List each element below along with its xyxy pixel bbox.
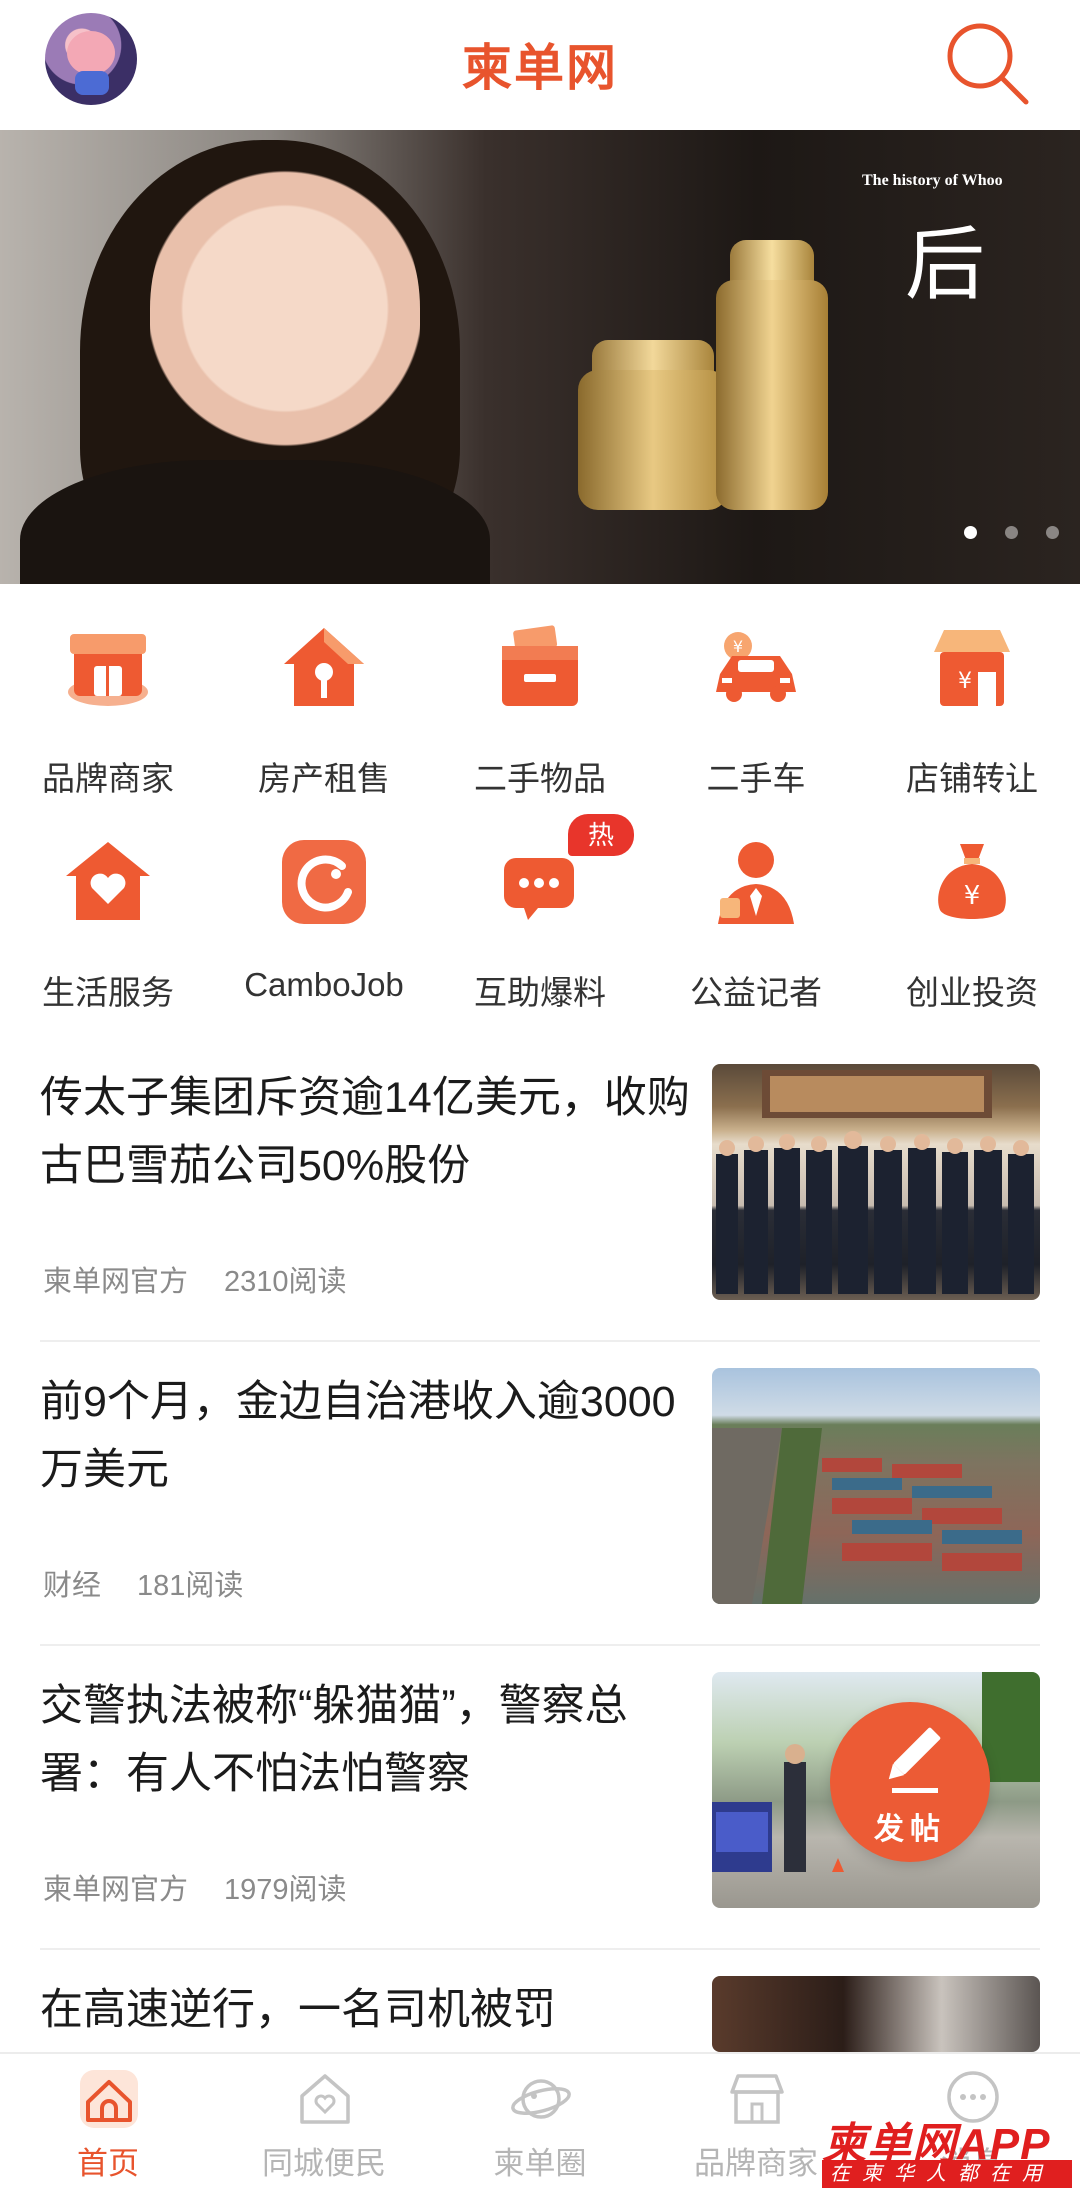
post-fab-button[interactable]: 发帖 [830, 1702, 990, 1862]
news-title: 传太子集团斥资逾14亿美元，收购古巴雪茄公司50%股份 [40, 1074, 690, 1190]
news-source: 柬单网官方 [43, 1266, 189, 1298]
app-header: 柬单网 [0, 0, 1080, 130]
news-thumbnail [712, 1976, 1040, 2052]
news-title: 在高速逆行，一名司机被罚 [40, 1986, 556, 2034]
news-item[interactable]: 前9个月，金边自治港收入逾3000万美元 财经 181阅读 [40, 1368, 1040, 1608]
news-item[interactable]: 传太子集团斥资逾14亿美元，收购古巴雪茄公司50%股份 柬单网官方 2310阅读 [40, 1064, 1040, 1304]
category-label: 二手物品 [474, 760, 606, 797]
news-source: 柬单网官方 [43, 1874, 189, 1906]
news-read-count: 1979阅读 [224, 1874, 347, 1906]
fab-label: 发帖 [874, 1813, 946, 1846]
highway-photo [712, 1976, 1040, 2052]
port-aerial-photo [712, 1428, 1022, 1604]
app-watermark: 柬单网APP 在柬华人都在用 [822, 2108, 1074, 2192]
shop-outline-icon [730, 2074, 784, 2124]
news-title: 前9个月，金边自治港收入逾3000万美元 [40, 1378, 676, 1494]
search-button[interactable] [938, 12, 1038, 112]
svg-text:¥: ¥ [958, 669, 972, 694]
carousel-dot[interactable] [1005, 526, 1018, 539]
category-public-reporter[interactable]: 公益记者 [648, 824, 864, 1024]
banner-model-face [150, 160, 420, 490]
tab-local-services[interactable]: 同城便民 [216, 2054, 432, 2196]
category-label: 房产租售 [258, 760, 390, 797]
storefront-icon [68, 634, 148, 706]
promo-banner[interactable]: The history of Whoo 后 [0, 130, 1080, 584]
news-read-count: 181阅读 [137, 1570, 244, 1602]
home-heart-outline-icon [300, 2074, 350, 2124]
category-label: 公益记者 [690, 974, 822, 1011]
banner-model-dress [20, 460, 490, 584]
car-icon: ¥ [716, 632, 796, 702]
app-title: 柬单网 [462, 40, 618, 96]
box-icon [502, 625, 578, 706]
category-used-cars[interactable]: ¥ 二手车 [648, 610, 864, 810]
category-startup-investment[interactable]: ¥ 创业投资 [864, 824, 1080, 1024]
banner-brand-text: The history of Whoo [862, 172, 1003, 189]
news-thumbnail [712, 1368, 1040, 1604]
category-label: 生活服务 [42, 974, 174, 1011]
category-mutual-aid-tips[interactable]: 热 互助爆料 [432, 814, 648, 1024]
tab-label: 同城便民 [262, 2146, 386, 2181]
reporter-icon [718, 842, 794, 924]
pencil-icon [888, 1727, 941, 1793]
carousel-dot[interactable] [964, 526, 977, 539]
svg-text:¥: ¥ [964, 881, 981, 911]
watermark-slogan: 在柬华人都在用 [822, 2160, 1072, 2188]
category-label: 创业投资 [906, 974, 1038, 1011]
search-icon [947, 23, 1029, 105]
banner-jar [578, 370, 728, 510]
news-meta: 财经 181阅读 [43, 1562, 279, 1604]
home-heart-icon [66, 842, 150, 920]
carousel-dot[interactable] [1046, 526, 1059, 539]
tab-label: 柬单圈 [493, 2146, 587, 2181]
svg-text:¥: ¥ [733, 637, 743, 656]
money-bag-icon: ¥ [938, 844, 1006, 919]
category-brand-merchants[interactable]: 品牌商家 [0, 610, 216, 810]
category-label: 店铺转让 [906, 760, 1038, 797]
category-real-estate[interactable]: 房产租售 [216, 610, 432, 810]
news-item[interactable]: 在高速逆行，一名司机被罚 [40, 1976, 1040, 2052]
category-life-services[interactable]: 生活服务 [0, 824, 216, 1024]
category-label: 二手车 [706, 760, 806, 797]
news-meta: 柬单网官方 1979阅读 [43, 1866, 383, 1908]
category-label: 品牌商家 [42, 760, 174, 797]
planet-icon [511, 2079, 571, 2119]
banner-brand-logo: 后 [905, 222, 985, 310]
news-thumbnail [712, 1064, 1040, 1300]
cambojob-icon [282, 840, 366, 924]
banner-bottle [716, 280, 828, 510]
category-grid: 品牌商家 房产租售 二手物品 ¥ 二手车 ¥ 店铺转让 生活服务 CamboJo… [0, 610, 1080, 1030]
group-photo-figures [716, 1070, 1034, 1294]
news-divider [40, 1644, 1040, 1646]
category-shop-transfer[interactable]: ¥ 店铺转让 [864, 610, 1080, 810]
tab-label: 首页 [77, 2146, 139, 2181]
news-divider [40, 1948, 1040, 1950]
hot-badge: 热 [568, 814, 634, 856]
news-divider [40, 1340, 1040, 1342]
news-read-count: 2310阅读 [224, 1266, 347, 1298]
home-icon [80, 2070, 138, 2128]
news-source: 财经 [43, 1570, 102, 1602]
house-icon [284, 628, 364, 706]
shop-transfer-icon: ¥ [934, 630, 1010, 706]
category-cambojob[interactable]: CamboJob [216, 824, 432, 1024]
category-label: 互助爆料 [474, 974, 606, 1011]
category-second-hand-goods[interactable]: 二手物品 [432, 610, 648, 810]
tab-home[interactable]: 首页 [0, 2054, 216, 2196]
news-meta: 柬单网官方 2310阅读 [43, 1258, 383, 1300]
tab-community[interactable]: 柬单圈 [432, 2054, 648, 2196]
carousel-indicator [964, 526, 1059, 539]
category-label: CamboJob [244, 966, 404, 1003]
news-title: 交警执法被称“躲猫猫”，警察总署：有人不怕法怕警察 [40, 1682, 628, 1798]
